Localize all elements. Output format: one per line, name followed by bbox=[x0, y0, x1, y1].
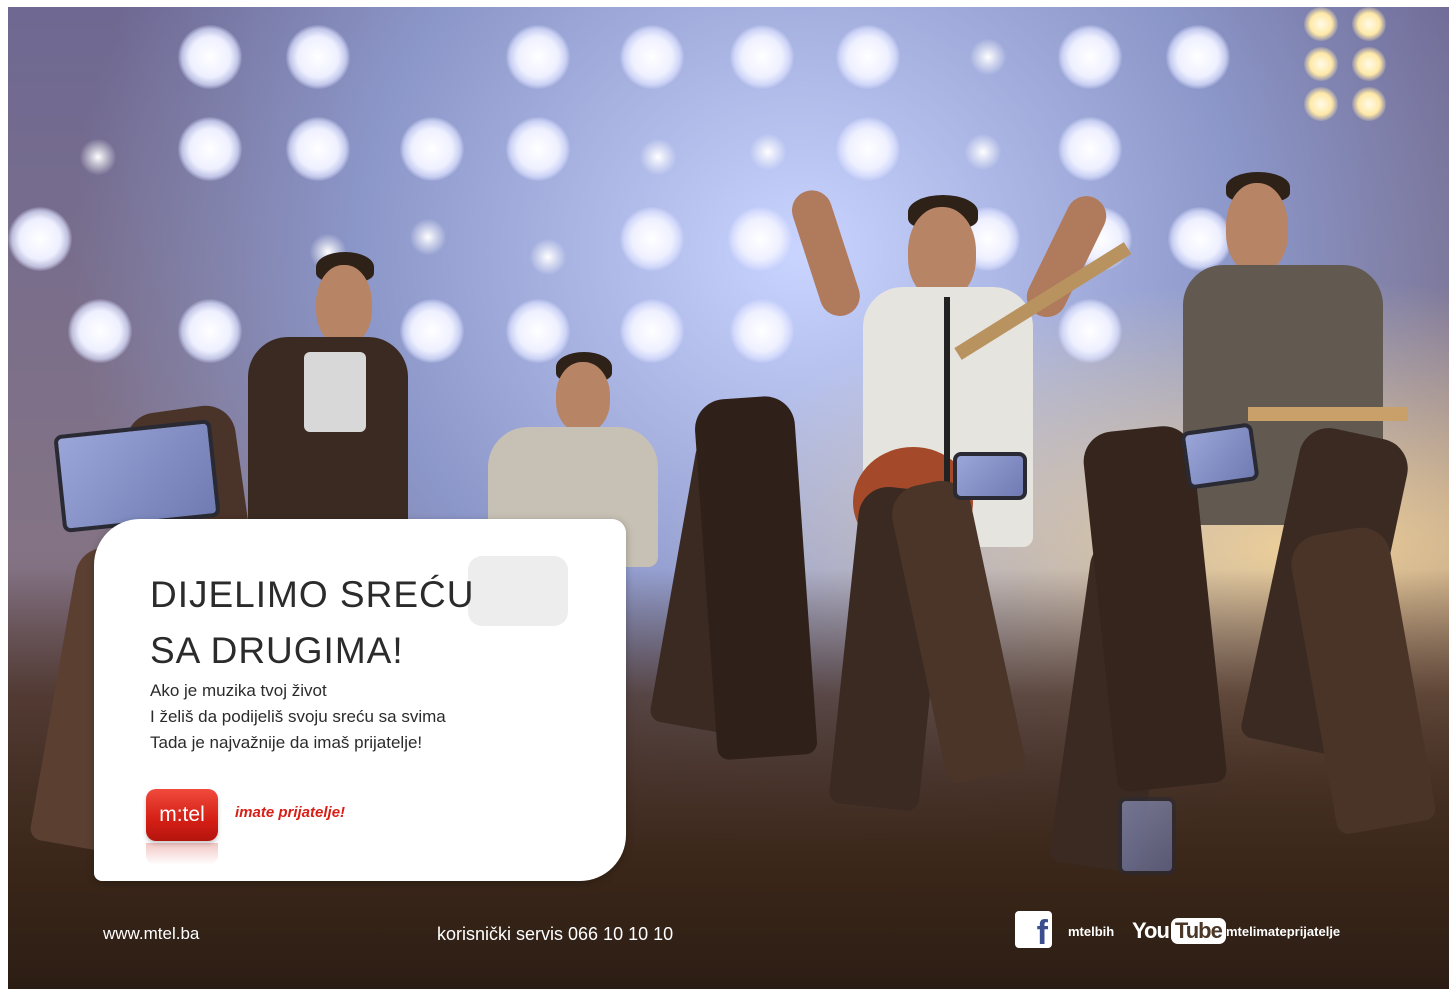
website-link[interactable]: www.mtel.ba bbox=[103, 924, 199, 944]
body-line-2: I želiš da podijeliš svoju sreću sa svim… bbox=[150, 707, 446, 726]
mtel-logo: m:tel bbox=[146, 789, 218, 841]
youtube-tube: Tube bbox=[1170, 918, 1226, 945]
facebook-handle[interactable]: mtelbih bbox=[1068, 924, 1114, 939]
customer-service: korisnički servis 066 10 10 10 bbox=[437, 924, 674, 944]
tagline: imate prijatelje! bbox=[235, 804, 346, 821]
youtube-you: You bbox=[1132, 918, 1170, 944]
body-line-3: Tada je najvažnije da imaš prijatelje! bbox=[150, 733, 423, 752]
logo-reflection bbox=[146, 843, 218, 865]
headline-line-2: SA DRUGIMA! bbox=[150, 630, 404, 671]
youtube-handle[interactable]: mtelimateprijatelje bbox=[1226, 924, 1340, 939]
headline-line-1: DIJELIMO SREĆU bbox=[150, 574, 475, 615]
facebook-icon[interactable]: f bbox=[1015, 911, 1052, 952]
body-text: Ako je muzika tvoj život I želiš da podi… bbox=[150, 678, 570, 756]
headline: DIJELIMO SREĆU SA DRUGIMA! bbox=[150, 567, 570, 679]
body-line-1: Ako je muzika tvoj život bbox=[150, 681, 327, 700]
youtube-logo[interactable]: You Tube bbox=[1132, 917, 1226, 947]
